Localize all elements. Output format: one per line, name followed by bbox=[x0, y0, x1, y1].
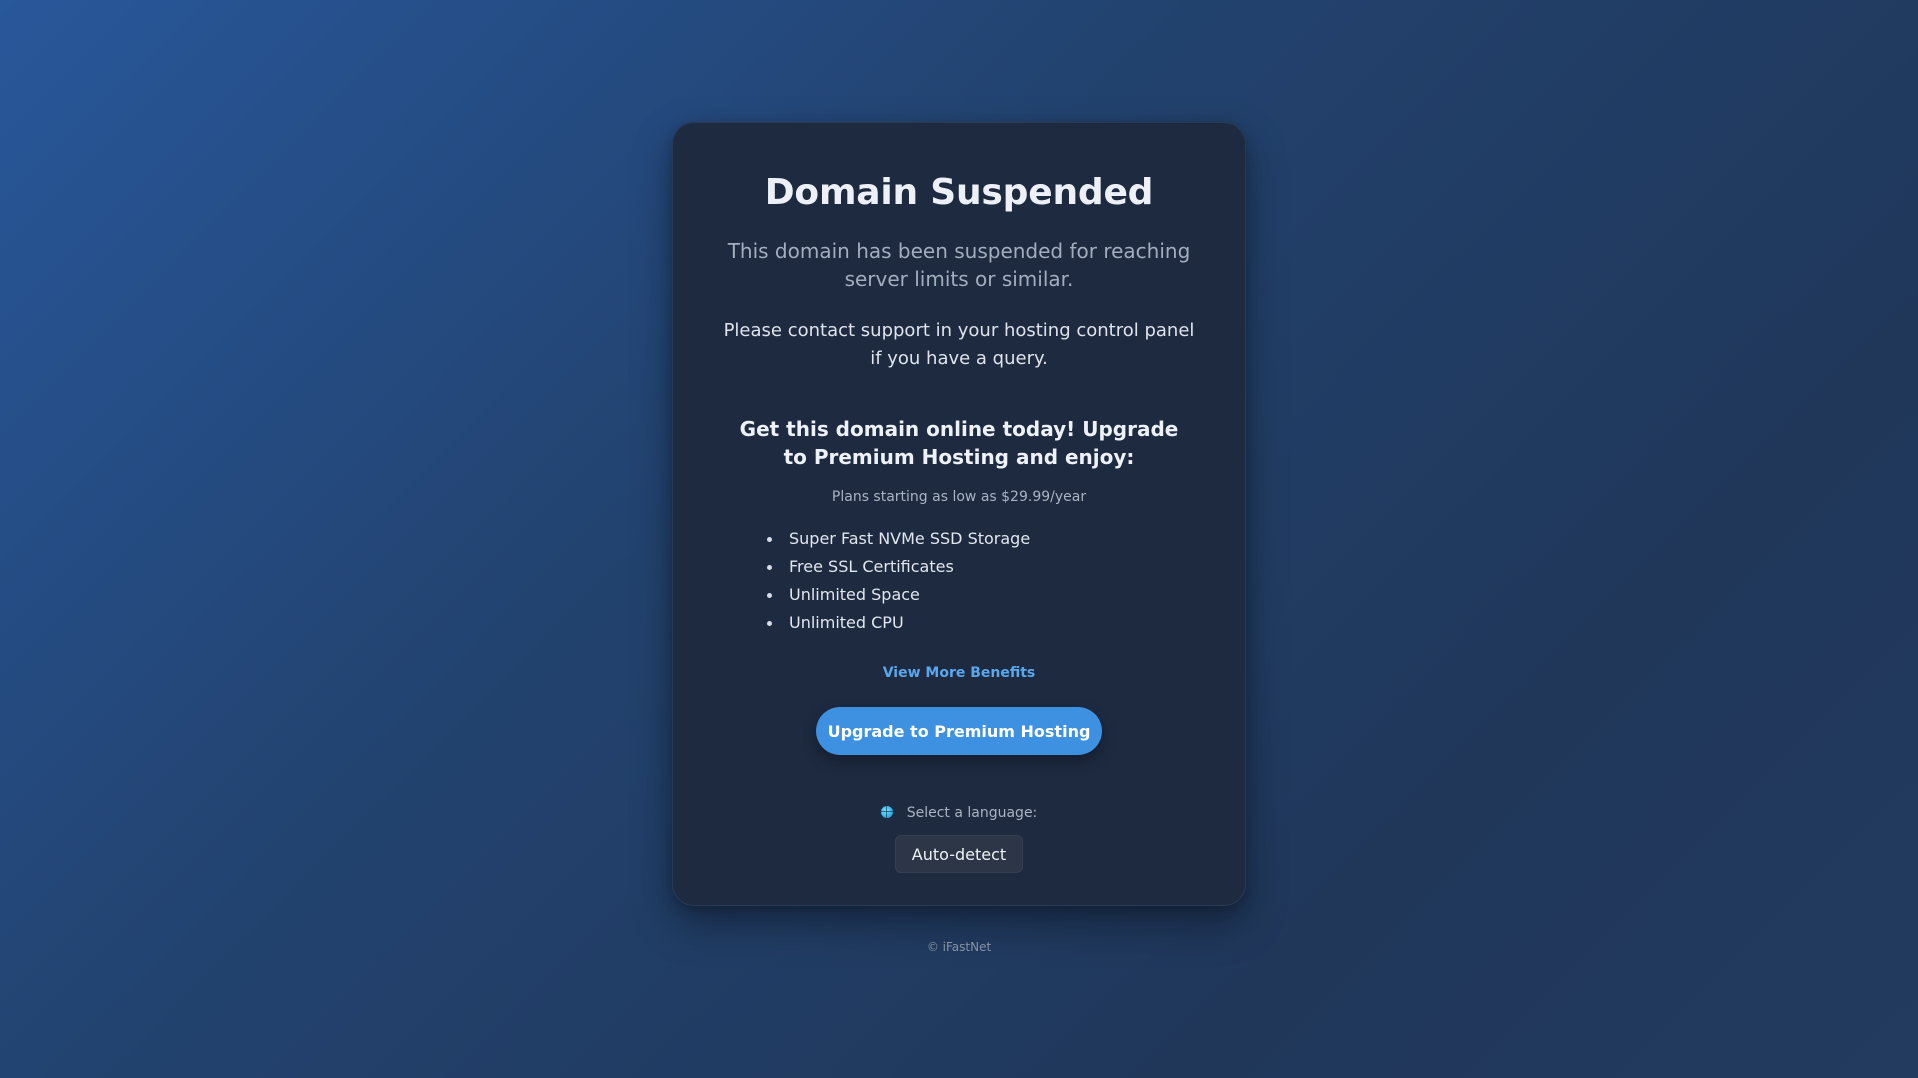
page-title: Domain Suspended bbox=[764, 172, 1154, 213]
benefit-item: Unlimited Space bbox=[767, 581, 1149, 609]
bullet-icon bbox=[767, 621, 772, 626]
contact-message: Please contact support in your hosting c… bbox=[723, 320, 1195, 369]
benefits-list: Super Fast NVMe SSD Storage Free SSL Cer… bbox=[767, 525, 1149, 637]
benefit-label: Free SSL Certificates bbox=[789, 557, 954, 576]
footer-copyright: © iFastNet bbox=[926, 940, 992, 954]
bullet-icon bbox=[767, 565, 772, 570]
plans-price-note: Plans starting as low as $29.99/year bbox=[831, 489, 1087, 505]
bullet-icon bbox=[767, 593, 772, 598]
upgrade-button-container: Upgrade to Premium Hosting bbox=[673, 707, 1245, 755]
benefit-item: Super Fast NVMe SSD Storage bbox=[767, 525, 1149, 553]
language-label: Select a language: bbox=[906, 805, 1038, 821]
benefit-item: Free SSL Certificates bbox=[767, 553, 1149, 581]
benefit-label: Unlimited Space bbox=[789, 585, 920, 604]
benefit-label: Unlimited CPU bbox=[789, 613, 904, 632]
suspension-message: This domain has been suspended for reach… bbox=[727, 239, 1191, 291]
language-selector-label-row: Select a language: bbox=[673, 803, 1245, 823]
benefit-item: Unlimited CPU bbox=[767, 609, 1149, 637]
bullet-icon bbox=[767, 537, 772, 542]
globe-icon bbox=[880, 806, 893, 818]
promo-heading: Get this domain online today! Upgrade to… bbox=[739, 417, 1179, 469]
language-select[interactable]: Auto-detect bbox=[894, 835, 1024, 873]
upgrade-premium-button[interactable]: Upgrade to Premium Hosting bbox=[816, 707, 1102, 755]
suspension-card: Domain Suspended This domain has been su… bbox=[672, 122, 1246, 906]
benefit-label: Super Fast NVMe SSD Storage bbox=[789, 529, 1031, 548]
view-more-benefits-link[interactable]: View More Benefits bbox=[883, 663, 1036, 683]
